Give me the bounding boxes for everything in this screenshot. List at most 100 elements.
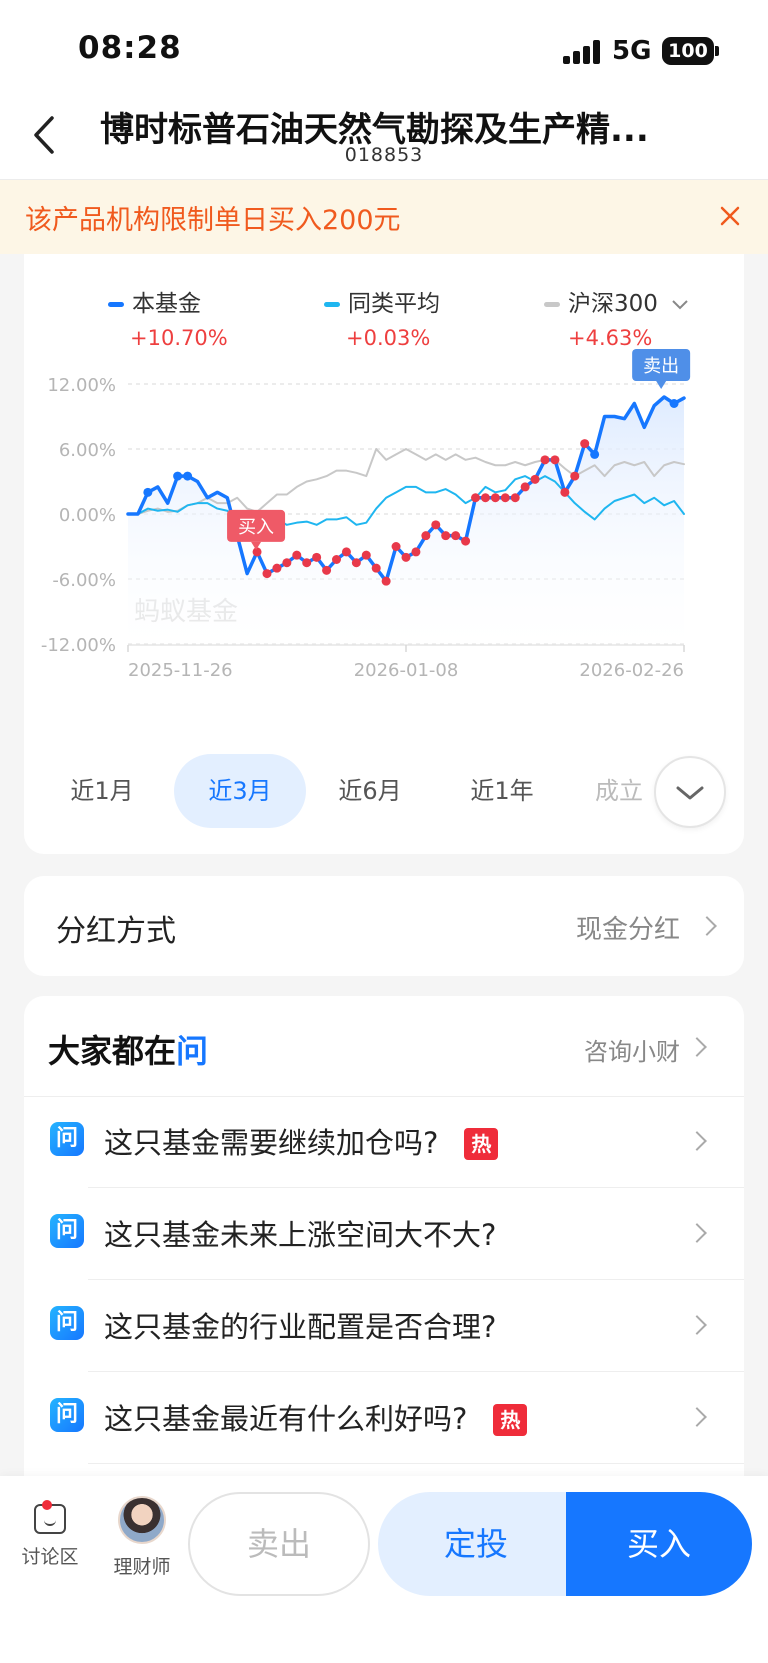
buy-trade-dot (540, 455, 550, 465)
qa-title: 大家都在问 (48, 1026, 208, 1072)
dividend-label: 分红方式 (56, 914, 176, 949)
bottom-action-bar: 讨论区 理财师 卖出 定投 买入 (0, 1476, 768, 1663)
performance-chart[interactable]: 12.00% 6.00% 0.00% -6.00% -12.00% 2025-11-26 2… (24, 254, 744, 754)
sell-button[interactable]: 卖出 (188, 1492, 370, 1596)
buy-trade-dot (560, 487, 570, 497)
question-label: 这只基金最近有什么利好吗? (104, 1402, 468, 1436)
question-item[interactable]: 问 这只基金的行业配置是否合理? (24, 1280, 744, 1372)
qa-title-accent: 问 (176, 1032, 209, 1070)
chevron-right-icon (697, 916, 717, 936)
sell-trade-dot (669, 399, 679, 408)
discussion-label: 讨论区 (21, 1546, 79, 1568)
question-text: 这只基金未来上涨空间大不大? (104, 1218, 497, 1252)
close-icon (720, 206, 740, 226)
notice-text: 该产品机构限制单日买入200元 (25, 205, 401, 236)
buy-trade-dot (480, 493, 490, 503)
buy-marker-label: 买入 (238, 517, 274, 538)
qa-title-main: 大家都在 (48, 1032, 177, 1070)
discussion-button[interactable]: 讨论区 (14, 1500, 86, 1569)
status-bar: 08:28 5G 100 (0, 0, 768, 92)
buy-trade-dot (510, 493, 520, 503)
advisor-avatar (118, 1496, 166, 1544)
tab-range-3m[interactable]: 近3月 (174, 754, 306, 828)
sell-marker-pointer (656, 381, 667, 389)
y-tick-label: 12.00% (47, 375, 116, 396)
row-divider (88, 1463, 744, 1464)
advisor-label: 理财师 (113, 1556, 171, 1578)
notice-close-button[interactable] (716, 202, 744, 230)
question-text: 这只基金的行业配置是否合理? (104, 1310, 497, 1344)
tab-range-inception[interactable]: 成立 (574, 754, 664, 828)
question-text: 这只基金最近有什么利好吗? 热 (104, 1396, 528, 1438)
buy-trade-dot (411, 547, 421, 557)
question-item[interactable]: 问 这只基金最近有什么利好吗? 热 (24, 1372, 744, 1464)
hot-badge: 热 (493, 1404, 528, 1436)
chevron-down-icon (676, 786, 704, 800)
advisor-button[interactable]: 理财师 (106, 1496, 178, 1579)
network-type: 5G (612, 36, 652, 66)
buy-trade-dot (262, 569, 272, 579)
buy-trade-dot (371, 563, 381, 573)
chevron-right-icon (687, 1131, 707, 1151)
buy-trade-dot (500, 493, 510, 503)
buy-trade-dot (451, 531, 461, 541)
buy-trade-dot (282, 558, 292, 568)
status-time: 08:28 (78, 30, 182, 66)
chevron-right-icon (687, 1223, 707, 1243)
dividend-method-row[interactable]: 分红方式 现金分红 (24, 876, 744, 976)
buy-trade-dot (431, 520, 441, 530)
buy-trade-dot (332, 555, 341, 564)
tab-range-1m[interactable]: 近1月 (44, 754, 160, 828)
buy-trade-dot (471, 493, 480, 503)
buy-trade-dot (351, 558, 361, 568)
buy-button[interactable]: 买入 (566, 1492, 752, 1596)
buy-trade-dot (322, 565, 332, 575)
buy-trade-dot (341, 547, 351, 557)
y-tick-label: 6.00% (59, 440, 116, 461)
battery-icon: 100 (662, 37, 714, 65)
ask-assistant-link[interactable]: 咨询小财 (584, 1032, 680, 1067)
hot-badge: 热 (464, 1128, 499, 1160)
more-ranges-button[interactable] (654, 756, 726, 828)
buy-trade-dot (361, 550, 371, 560)
chevron-right-icon (687, 1037, 707, 1057)
range-tabs: 近1月 近3月 近6月 近1年 成立 (24, 754, 744, 828)
x-tick-label: 2025-11-26 (128, 660, 233, 681)
y-tick-label: 0.00% (59, 505, 116, 526)
y-tick-label: -6.00% (52, 570, 116, 591)
question-icon: 问 (50, 1122, 84, 1156)
buy-trade-dot (580, 439, 590, 449)
fixed-investment-button[interactable]: 定投 (378, 1492, 574, 1596)
signal-icon (563, 40, 601, 64)
buy-trade-dot (490, 493, 500, 503)
buy-trade-dot (530, 474, 540, 484)
tab-range-6m[interactable]: 近6月 (312, 754, 428, 828)
fund-code: 018853 (344, 144, 424, 166)
notification-dot (42, 1500, 52, 1510)
sell-trade-dot (173, 471, 183, 481)
buy-trade-dot (401, 552, 411, 562)
nav-bar: 博时标普石油天然气勘探及生产精... 018853 (0, 92, 768, 180)
question-label: 这只基金需要继续加仓吗? (104, 1126, 439, 1160)
buy-trade-dot (461, 536, 471, 546)
sell-trade-dot (590, 449, 600, 459)
battery-tip (715, 46, 719, 56)
question-icon: 问 (50, 1398, 84, 1432)
buy-trade-dot (421, 531, 431, 541)
x-tick-label: 2026-02-26 (579, 660, 684, 681)
buy-trade-dot (550, 455, 560, 465)
tab-range-1y[interactable]: 近1年 (444, 754, 560, 828)
buy-trade-dot (520, 482, 530, 492)
buy-trade-dot (312, 552, 322, 562)
buy-trade-dot (570, 471, 580, 481)
chat-icon (34, 1500, 66, 1534)
qa-card: 大家都在问 咨询小财 问 这只基金需要继续加仓吗? 热 问 这只基金未来上涨空间大… (24, 996, 744, 1476)
question-text: 这只基金需要继续加仓吗? 热 (104, 1120, 499, 1162)
buy-trade-dot (381, 576, 391, 586)
question-item[interactable]: 问 这只基金未来上涨空间大不大? (24, 1188, 744, 1280)
dividend-value: 现金分红 (575, 915, 680, 945)
question-item[interactable]: 问 这只基金需要继续加仓吗? 热 (24, 1096, 744, 1188)
buy-trade-dot (391, 542, 401, 551)
buy-trade-dot (272, 563, 282, 573)
buy-trade-dot (252, 547, 262, 557)
